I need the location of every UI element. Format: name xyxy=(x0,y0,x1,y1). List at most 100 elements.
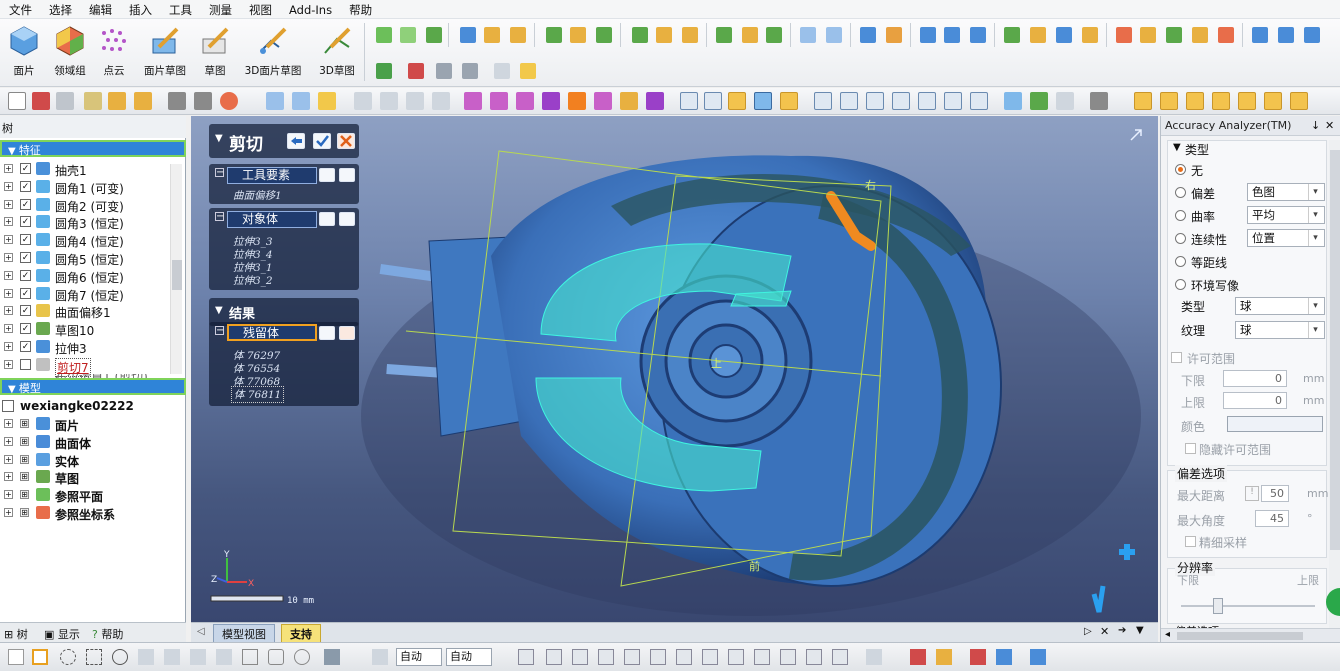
model-header[interactable]: ▼ 模型 xyxy=(0,378,186,395)
back-icon[interactable] xyxy=(287,133,305,149)
view-select-icon[interactable] xyxy=(266,92,284,110)
type-radio[interactable] xyxy=(1175,233,1186,244)
boolean-icon[interactable] xyxy=(800,27,816,43)
visibility-surface-icon[interactable] xyxy=(1160,92,1178,110)
type-radio[interactable] xyxy=(1175,187,1186,198)
expand-icon[interactable]: + xyxy=(4,436,13,446)
lofted-surface-icon[interactable] xyxy=(970,27,986,43)
visibility-toggle-icon[interactable]: ⊞ xyxy=(20,419,29,428)
type-option-select[interactable]: 色图 xyxy=(1247,183,1325,201)
visibility-checkbox[interactable]: ✓ xyxy=(20,216,31,228)
grow-select-icon[interactable] xyxy=(242,649,258,665)
zoom-out-icon[interactable] xyxy=(406,92,424,110)
feature-tree-item[interactable]: + ✓ 圆角1 (可变) xyxy=(0,178,180,196)
type-option-select[interactable]: 平均 xyxy=(1247,206,1325,224)
tab-display[interactable]: ▣ 显示 xyxy=(44,626,80,642)
coordinate-icon[interactable] xyxy=(1090,92,1108,110)
menu-help[interactable]: 帮助 xyxy=(340,0,380,18)
feature-tree-item[interactable]: + 剪切7 xyxy=(0,356,180,377)
rebuild-icon[interactable] xyxy=(220,92,238,110)
surface-fit-icon[interactable] xyxy=(944,27,960,43)
visibility-checkbox[interactable]: ✓ xyxy=(20,180,31,192)
max-angle-input[interactable]: 45 xyxy=(1255,510,1289,527)
visibility-toggle-icon[interactable]: ⊞ xyxy=(20,490,29,500)
feature-tree-item[interactable]: + ✓ 拉伸3 xyxy=(0,338,180,356)
tab-support[interactable]: 支持 xyxy=(281,624,321,644)
cone-icon[interactable] xyxy=(656,27,672,43)
visibility-checkbox[interactable]: ✓ xyxy=(20,269,31,281)
feature-tree-item[interactable]: + ✓ 曲面偏移1 xyxy=(0,302,180,320)
model-tree-item[interactable]: + ⊞ 曲面体 xyxy=(0,433,180,451)
undo-icon[interactable] xyxy=(168,92,186,110)
expand-icon[interactable]: + xyxy=(4,359,13,369)
knit-icon[interactable] xyxy=(1056,27,1072,43)
lasso-select-icon[interactable] xyxy=(112,649,128,665)
tab-close-icon[interactable]: ✕ xyxy=(1100,625,1109,638)
hidden-line-icon[interactable] xyxy=(704,92,722,110)
point-cloud-button[interactable]: 点云 xyxy=(95,25,133,78)
menu-edit[interactable]: 编辑 xyxy=(80,0,120,18)
settings-icon[interactable] xyxy=(134,92,152,110)
sweep-cut-icon[interactable] xyxy=(632,27,648,43)
view-cube-9-icon[interactable] xyxy=(728,649,744,665)
expand-icon[interactable]: + xyxy=(4,324,13,334)
tool-clear-icon[interactable] xyxy=(319,168,335,182)
target-body-field[interactable]: 对象体 xyxy=(227,211,317,228)
expand-icon[interactable]: + xyxy=(4,199,13,209)
ok-check-icon[interactable] xyxy=(313,133,331,149)
mesh-sketch-button[interactable]: 面片草图 xyxy=(140,25,190,78)
menu-select[interactable]: 选择 xyxy=(40,0,80,18)
view-bottom-icon[interactable] xyxy=(944,92,962,110)
result-item[interactable]: 体 76811 xyxy=(231,386,285,403)
polyline-select-icon[interactable] xyxy=(86,649,102,665)
expand-icon[interactable]: + xyxy=(4,181,13,191)
zoom-in-icon[interactable] xyxy=(380,92,398,110)
type-option-select[interactable]: 位置 xyxy=(1247,229,1325,247)
view-cube-10-icon[interactable] xyxy=(754,649,770,665)
expand-icon[interactable]: + xyxy=(4,288,13,298)
expand-icon[interactable]: + xyxy=(4,472,13,482)
upper-limit-input[interactable]: 0 xyxy=(1223,392,1287,409)
view-cube-2-icon[interactable] xyxy=(546,649,562,665)
tab-model-view[interactable]: 模型视图 xyxy=(213,624,275,644)
add-view-icon[interactable] xyxy=(1119,544,1135,560)
save-icon[interactable] xyxy=(56,92,74,110)
visibility-toggle-icon[interactable]: ⊞ xyxy=(20,508,29,517)
expand-icon[interactable]: + xyxy=(4,342,13,351)
visibility-sketch-icon[interactable] xyxy=(1212,92,1230,110)
expand-icon[interactable]: + xyxy=(4,235,13,245)
expand-icon[interactable]: + xyxy=(4,270,13,280)
texture-select[interactable]: 球 xyxy=(1235,321,1325,339)
new-icon[interactable] xyxy=(8,92,26,110)
bounding-box-icon[interactable] xyxy=(494,63,510,79)
tolerance-color-picker[interactable] xyxy=(1227,416,1323,432)
menu-tools[interactable]: 工具 xyxy=(160,0,200,18)
region-select-icon[interactable] xyxy=(594,92,612,110)
color-map-1-icon[interactable] xyxy=(910,649,926,665)
trim-icon[interactable] xyxy=(860,27,876,43)
visibility-vector-icon[interactable] xyxy=(1264,92,1282,110)
model-tree-item[interactable]: + ⊞ 面片 xyxy=(0,415,180,433)
measure-icon[interactable] xyxy=(520,63,536,79)
scroll-left-icon[interactable]: ◂ xyxy=(1165,629,1170,640)
color-map-3-icon[interactable] xyxy=(970,649,986,665)
expand-icon[interactable]: + xyxy=(4,217,13,227)
model-tree-item[interactable]: + ⊞ 参照坐标系 xyxy=(0,504,180,522)
model-tree-item[interactable]: + ⊞ 实体 xyxy=(0,451,180,469)
export-icon[interactable] xyxy=(108,92,126,110)
tree-scrollbar[interactable] xyxy=(170,164,182,374)
view-left-icon[interactable] xyxy=(866,92,884,110)
zoom-fit-icon[interactable] xyxy=(354,92,372,110)
page-icon[interactable] xyxy=(8,649,24,665)
plane-view-icon[interactable] xyxy=(1030,92,1048,110)
visibility-checkbox[interactable]: ✓ xyxy=(20,287,31,299)
view-top-icon[interactable] xyxy=(918,92,936,110)
close-icon[interactable]: ✕ xyxy=(1325,119,1334,132)
root-checkbox[interactable] xyxy=(2,400,14,412)
feature-tree-item[interactable]: + ✓ 圆角4 (恒定) xyxy=(0,231,180,249)
target-clear-icon[interactable] xyxy=(319,212,335,226)
mesh-fit-icon[interactable] xyxy=(376,27,392,43)
view-cube-12-icon[interactable] xyxy=(806,649,822,665)
feature-tree-item[interactable]: + ✓ 抽壳1 xyxy=(0,160,180,178)
transparent-icon[interactable] xyxy=(780,92,798,110)
